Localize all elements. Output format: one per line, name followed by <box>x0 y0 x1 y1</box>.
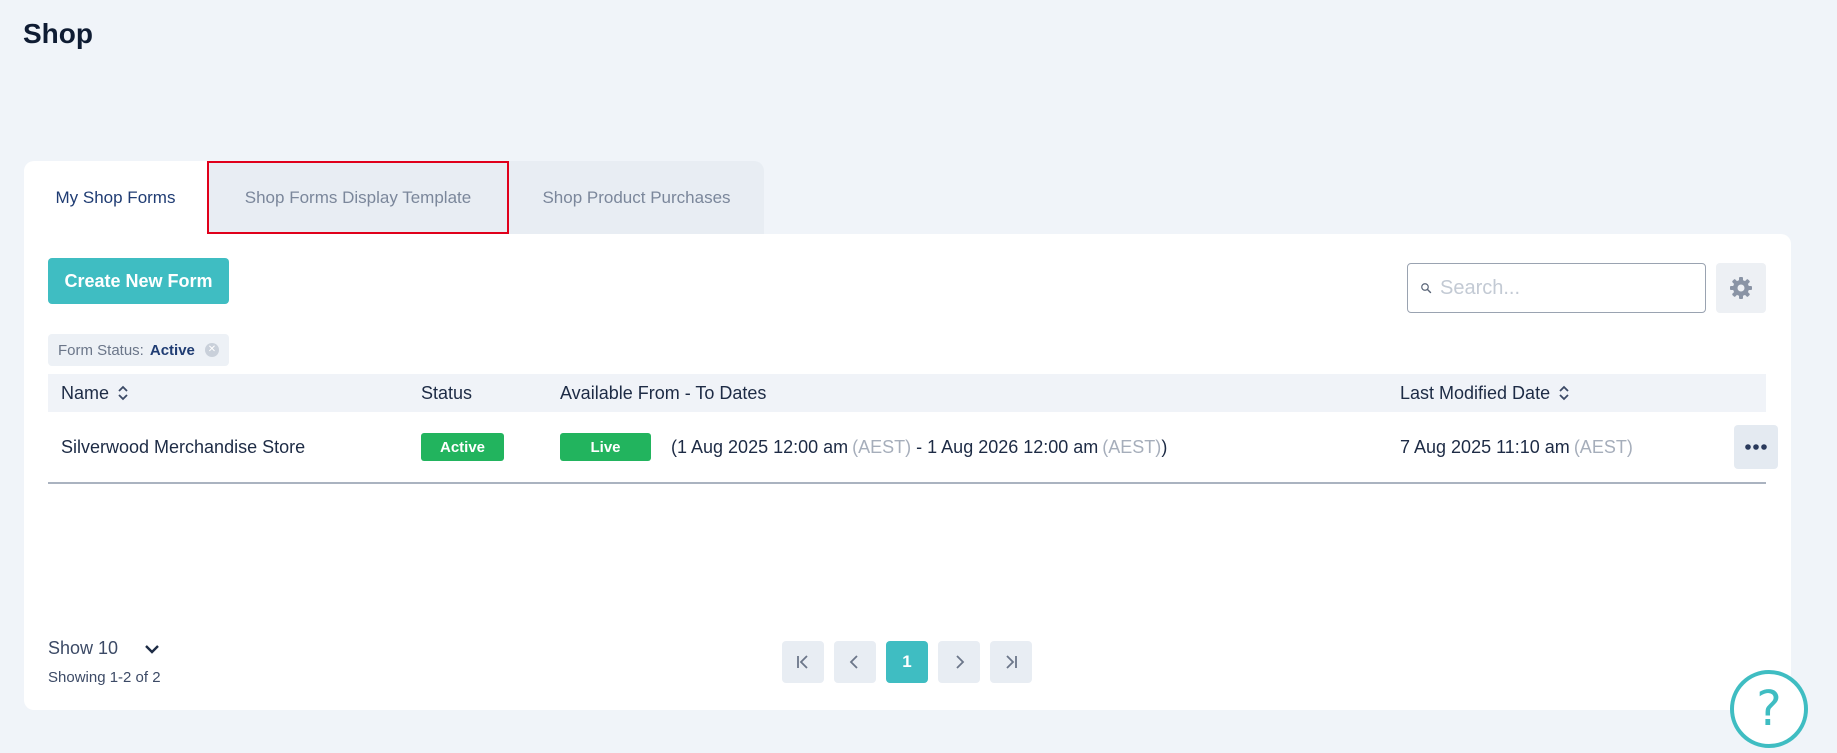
last-page-icon <box>1006 655 1017 669</box>
next-page-icon <box>956 655 965 669</box>
prev-page-button[interactable] <box>834 641 876 683</box>
date-to-timezone: (AEST) <box>1102 436 1162 457</box>
last-modified-cell: 7 Aug 2025 11:10 am (AEST) <box>1400 412 1633 482</box>
first-page-button[interactable] <box>782 641 824 683</box>
column-header-status: Status <box>421 382 473 403</box>
filter-value: Active <box>149 341 195 359</box>
form-name[interactable]: Silverwood Merchandise Store <box>61 412 305 482</box>
page-size-select[interactable]: Show 10 <box>48 638 160 659</box>
tab-bar: My Shop Forms Shop Forms Display Templat… <box>24 161 764 234</box>
date-close-paren: ) <box>1161 436 1168 457</box>
first-page-icon <box>797 655 808 669</box>
filter-chip-form-status: Form Status: Active ✕ <box>48 334 229 366</box>
settings-button[interactable] <box>1716 263 1766 313</box>
help-icon: ? <box>1756 681 1782 737</box>
results-count: Showing 1-2 of 2 <box>48 669 161 686</box>
last-modified-timezone: (AEST) <box>1573 436 1633 457</box>
column-header-last-modified-label: Last Modified Date <box>1400 382 1551 403</box>
last-modified-date: 7 Aug 2025 11:10 am <box>1400 436 1570 457</box>
help-button[interactable]: ? <box>1730 670 1808 748</box>
status-cell: Active <box>421 412 504 482</box>
search-field[interactable] <box>1407 263 1706 313</box>
sort-icon <box>1559 385 1569 401</box>
page-number-button[interactable]: 1 <box>886 641 928 683</box>
search-icon <box>1421 283 1432 294</box>
chevron-down-icon <box>145 644 159 654</box>
column-header-name-label: Name <box>61 382 110 403</box>
last-page-button[interactable] <box>990 641 1032 683</box>
row-actions-button[interactable] <box>1734 425 1778 469</box>
sort-icon <box>118 385 128 401</box>
column-header-name[interactable]: Name <box>61 374 129 412</box>
pagination: 1 <box>782 641 1042 683</box>
column-header-dates: Available From - To Dates <box>560 382 767 403</box>
create-new-form-button[interactable]: Create New Form <box>48 258 229 304</box>
column-header-last-modified[interactable]: Last Modified Date <box>1400 374 1570 412</box>
date-from: 1 Aug 2025 12:00 am <box>677 436 849 457</box>
search-input[interactable] <box>1440 276 1705 300</box>
tab-shop-forms-display-template[interactable]: Shop Forms Display Template <box>207 161 509 234</box>
filter-label: Form Status: <box>58 341 144 359</box>
table-row[interactable]: Silverwood Merchandise Store Active Live… <box>48 412 1778 484</box>
live-badge: Live <box>560 433 651 461</box>
prev-page-icon <box>849 655 858 669</box>
gear-icon <box>1730 277 1752 299</box>
page-size-label: Show 10 <box>48 638 119 658</box>
date-from-timezone: (AEST) <box>852 436 912 457</box>
next-page-button[interactable] <box>938 641 980 683</box>
tab-shop-product-purchases[interactable]: Shop Product Purchases <box>509 161 764 234</box>
dates-cell: Live ( 1 Aug 2025 12:00 am (AEST) - 1 Au… <box>560 412 1167 482</box>
more-icon <box>1745 444 1767 450</box>
status-badge: Active <box>421 433 504 461</box>
date-to: 1 Aug 2026 12:00 am <box>927 436 1099 457</box>
page-title: Shop <box>23 18 93 49</box>
forms-panel: Create New Form Form Status: Active ✕ Na… <box>24 234 1791 710</box>
table-header: Name Status Available From - To Dates La… <box>48 374 1766 412</box>
date-separator: - <box>911 436 928 457</box>
clear-filter-icon[interactable]: ✕ <box>204 343 219 357</box>
tab-my-shop-forms[interactable]: My Shop Forms <box>24 161 207 234</box>
